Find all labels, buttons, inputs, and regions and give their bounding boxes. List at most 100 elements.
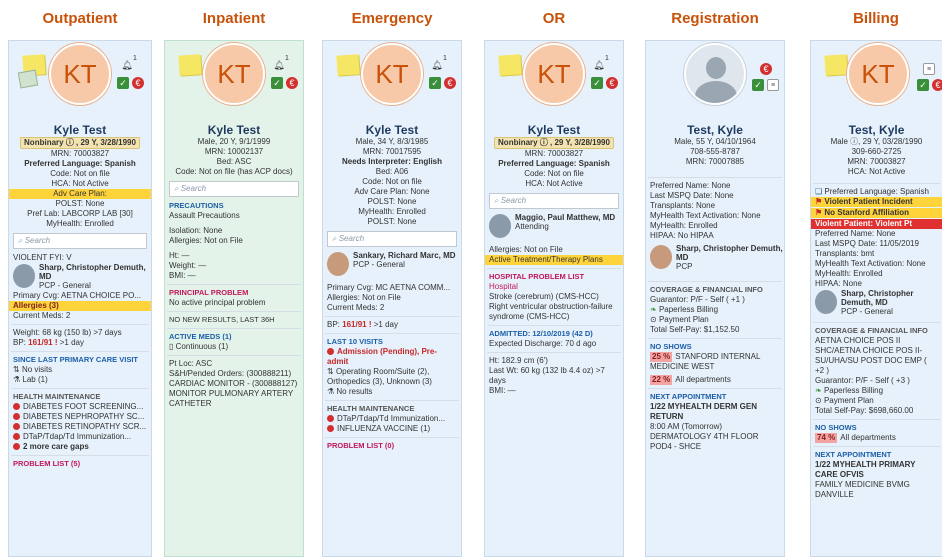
next-appointment-heading[interactable]: NEXT APPOINTMENT [811,450,942,460]
alert-icon[interactable]: € [760,63,772,75]
hm-item[interactable]: INFLUENZA VACCINE (1) [323,424,461,434]
alert-icon[interactable]: € [932,79,942,91]
search-input[interactable]: ⌕ Search [169,181,299,197]
pended-orders[interactable]: S&H/Pended Orders: (300888211) CARDIAC M… [165,369,303,409]
checklist-icon[interactable]: ✓ [752,79,764,91]
avatar[interactable]: KT [49,43,111,105]
document-icon[interactable]: ≡ [923,63,935,75]
patient-name[interactable]: Test, Kyle [646,123,784,137]
admission-visit[interactable]: Admission (Pending), Pre-admit [323,347,461,367]
active-meds-heading[interactable]: ACTIVE MEDS (1) [165,332,303,342]
total-self-pay[interactable]: Total Self-Pay: $1,152.50 [646,325,784,335]
patient-name[interactable]: Kyle Test [323,123,461,137]
sticky-note-icon[interactable] [824,54,848,76]
guarantor[interactable]: Guarantor: P/F - Self ( +3 ) [811,376,942,386]
flag-violent-incident[interactable]: ⚑ Violent Patient Incident [811,197,942,207]
avatar[interactable]: KT [361,43,423,105]
alert-icon[interactable]: € [606,77,618,89]
guarantor[interactable]: Guarantor: P/F - Self ( +1 ) [646,295,784,305]
no-shows-heading[interactable]: NO SHOWS [646,342,784,352]
principal-problem-heading[interactable]: PRINCIPAL PROBLEM [165,288,303,298]
pcp-card[interactable]: Sharp, Christopher Demuth, MD PCP - Gene… [9,263,151,291]
search-input[interactable]: ⌕ Search [327,231,457,247]
no-new-results[interactable]: NO NEW RESULTS, LAST 36H [165,315,303,325]
alert-icon[interactable]: € [286,77,298,89]
sticky-note-icon[interactable] [498,54,522,76]
hm-item[interactable]: DIABETES FOOT SCREENING... [9,402,151,412]
active-plans-banner[interactable]: Active Treatment/Therapy Plans [485,255,623,265]
coverage-heading[interactable]: COVERAGE & FINANCIAL INFO [811,326,942,336]
checklist-icon[interactable]: ✓ [271,77,283,89]
violent-fyi[interactable]: VIOLENT FYI: V [9,253,151,263]
primary-coverage[interactable]: Primary Cvg: AETNA CHOICE PO... [9,291,151,301]
allergies[interactable]: Allergies: Not on File [165,236,303,246]
current-meds[interactable]: Current Meds: 2 [9,311,151,321]
hm-item[interactable]: DIABETES NEPHROPATHY SC... [9,412,151,422]
primary-coverage[interactable]: Primary Cvg: MC AETNA COMM... [323,283,461,293]
hm-item[interactable]: DTaP/Tdap/Td Immunization... [9,432,151,442]
hospital-problem-list-heading[interactable]: HOSPITAL PROBLEM LIST [485,272,623,282]
checklist-icon[interactable]: ✓ [429,77,441,89]
last-visits-heading[interactable]: LAST 10 VISITS [323,337,461,347]
pcp-card[interactable]: Sharp, Christopher Demuth, MD PCP - Gene… [811,289,942,319]
no-shows-heading[interactable]: NO SHOWS [811,423,942,433]
pcp-role: PCP - General [353,260,405,269]
sticky-note-icon[interactable] [336,54,360,76]
avatar[interactable]: KT [203,43,265,105]
pcp-name: Sharp, Christopher Demuth, MD [676,244,783,262]
next-appointment-heading[interactable]: NEXT APPOINTMENT [646,392,784,402]
pcp-card[interactable]: Sharp, Christopher Demuth, MD PCP [646,244,784,278]
patient-name[interactable]: Kyle Test [165,123,303,137]
violent-patient-banner[interactable]: Violent Patient: Violent Pt [811,219,942,229]
visit-summary[interactable]: ⇅ Operating Room/Suite (2), Orthopedics … [323,367,461,387]
allergies[interactable]: Allergies: Not on File [323,293,461,303]
current-meds[interactable]: Current Meds: 2 [323,303,461,313]
attending-card[interactable]: Maggio, Paul Matthew, MD Attending [485,213,623,245]
sticky-note-icon[interactable] [178,54,202,76]
search-input[interactable]: ⌕ Search [489,193,619,209]
since-last-visit-heading[interactable]: SINCE LAST PRIMARY CARE VISIT [9,355,151,365]
avatar[interactable]: KT [847,43,909,105]
total-self-pay[interactable]: Total Self-Pay: $698,660.00 [811,406,942,416]
coverage-1[interactable]: AETNA CHOICE POS II [811,336,942,346]
health-maintenance-heading[interactable]: HEALTH MAINTENANCE [323,404,461,414]
gender-badge[interactable]: Nonbinary ⓘ , 29 Y, 3/28/1990 [494,137,614,149]
allergies[interactable]: Allergies: Not on File [485,245,623,255]
pcp-card[interactable]: Sankary, Richard Marc, MD PCP - General [323,251,461,283]
gender-badge[interactable]: Nonbinary ⓘ , 29 Y, 3/28/1990 [20,137,140,149]
document-icon[interactable]: ≡ [767,79,779,91]
checklist-icon[interactable]: ✓ [117,77,129,89]
problem-item[interactable]: Right ventricular obstruction-failure sy… [485,302,623,322]
avatar-placeholder-icon[interactable] [684,43,746,105]
problem-list-link[interactable]: PROBLEM LIST (5) [9,459,151,469]
patient-name[interactable]: Kyle Test [485,123,623,137]
continuous-meds[interactable]: Continuous (1) [176,342,228,351]
search-input[interactable]: ⌕ Search [13,233,147,249]
hm-item[interactable]: DTaP/Tdap/Td Immunization... [323,414,461,424]
patient-name[interactable]: Test, Kyle [811,123,942,137]
alert-icon[interactable]: € [132,77,144,89]
lab-count[interactable]: Lab (1) [22,375,47,384]
next-appointment[interactable]: 1/22 MYHEALTH PRIMARY CARE OFVIS [811,460,942,480]
checklist-icon[interactable]: ✓ [591,77,603,89]
hm-item[interactable]: 2 more care gaps [9,442,151,452]
admitted-heading[interactable]: ADMITTED: 12/10/2019 (42 D) [485,329,623,339]
alert-dot-icon [13,423,20,430]
coverage-heading[interactable]: COVERAGE & FINANCIAL INFO [646,285,784,295]
patient-name[interactable]: Kyle Test [9,123,151,137]
avatar[interactable]: KT [523,43,585,105]
adv-care-plan[interactable]: Adv Care Plan: [9,189,151,199]
phone: 708-555-8787 [690,147,740,156]
allergies-banner[interactable]: Allergies (3) [9,301,151,311]
problem-list-link[interactable]: PROBLEM LIST (0) [323,441,461,451]
precautions-heading[interactable]: PRECAUTIONS [165,201,303,211]
note-icon[interactable] [17,69,39,89]
alert-icon[interactable]: € [444,77,456,89]
next-appointment[interactable]: 1/22 MYHEALTH DERM GEN RETURN [646,402,784,422]
coverage-2[interactable]: SHC/AETNA CHOICE POS II-SU/UHA/SU POST D… [811,346,942,376]
problem-item[interactable]: Stroke (cerebrum) (CMS-HCC) [485,292,623,302]
checklist-icon[interactable]: ✓ [917,79,929,91]
hm-item[interactable]: DIABETES RETINOPATHY SCR... [9,422,151,432]
flag-no-affiliation[interactable]: ⚑ No Stanford Affiliation [811,208,942,218]
health-maintenance-heading[interactable]: HEALTH MAINTENANCE [9,392,151,402]
